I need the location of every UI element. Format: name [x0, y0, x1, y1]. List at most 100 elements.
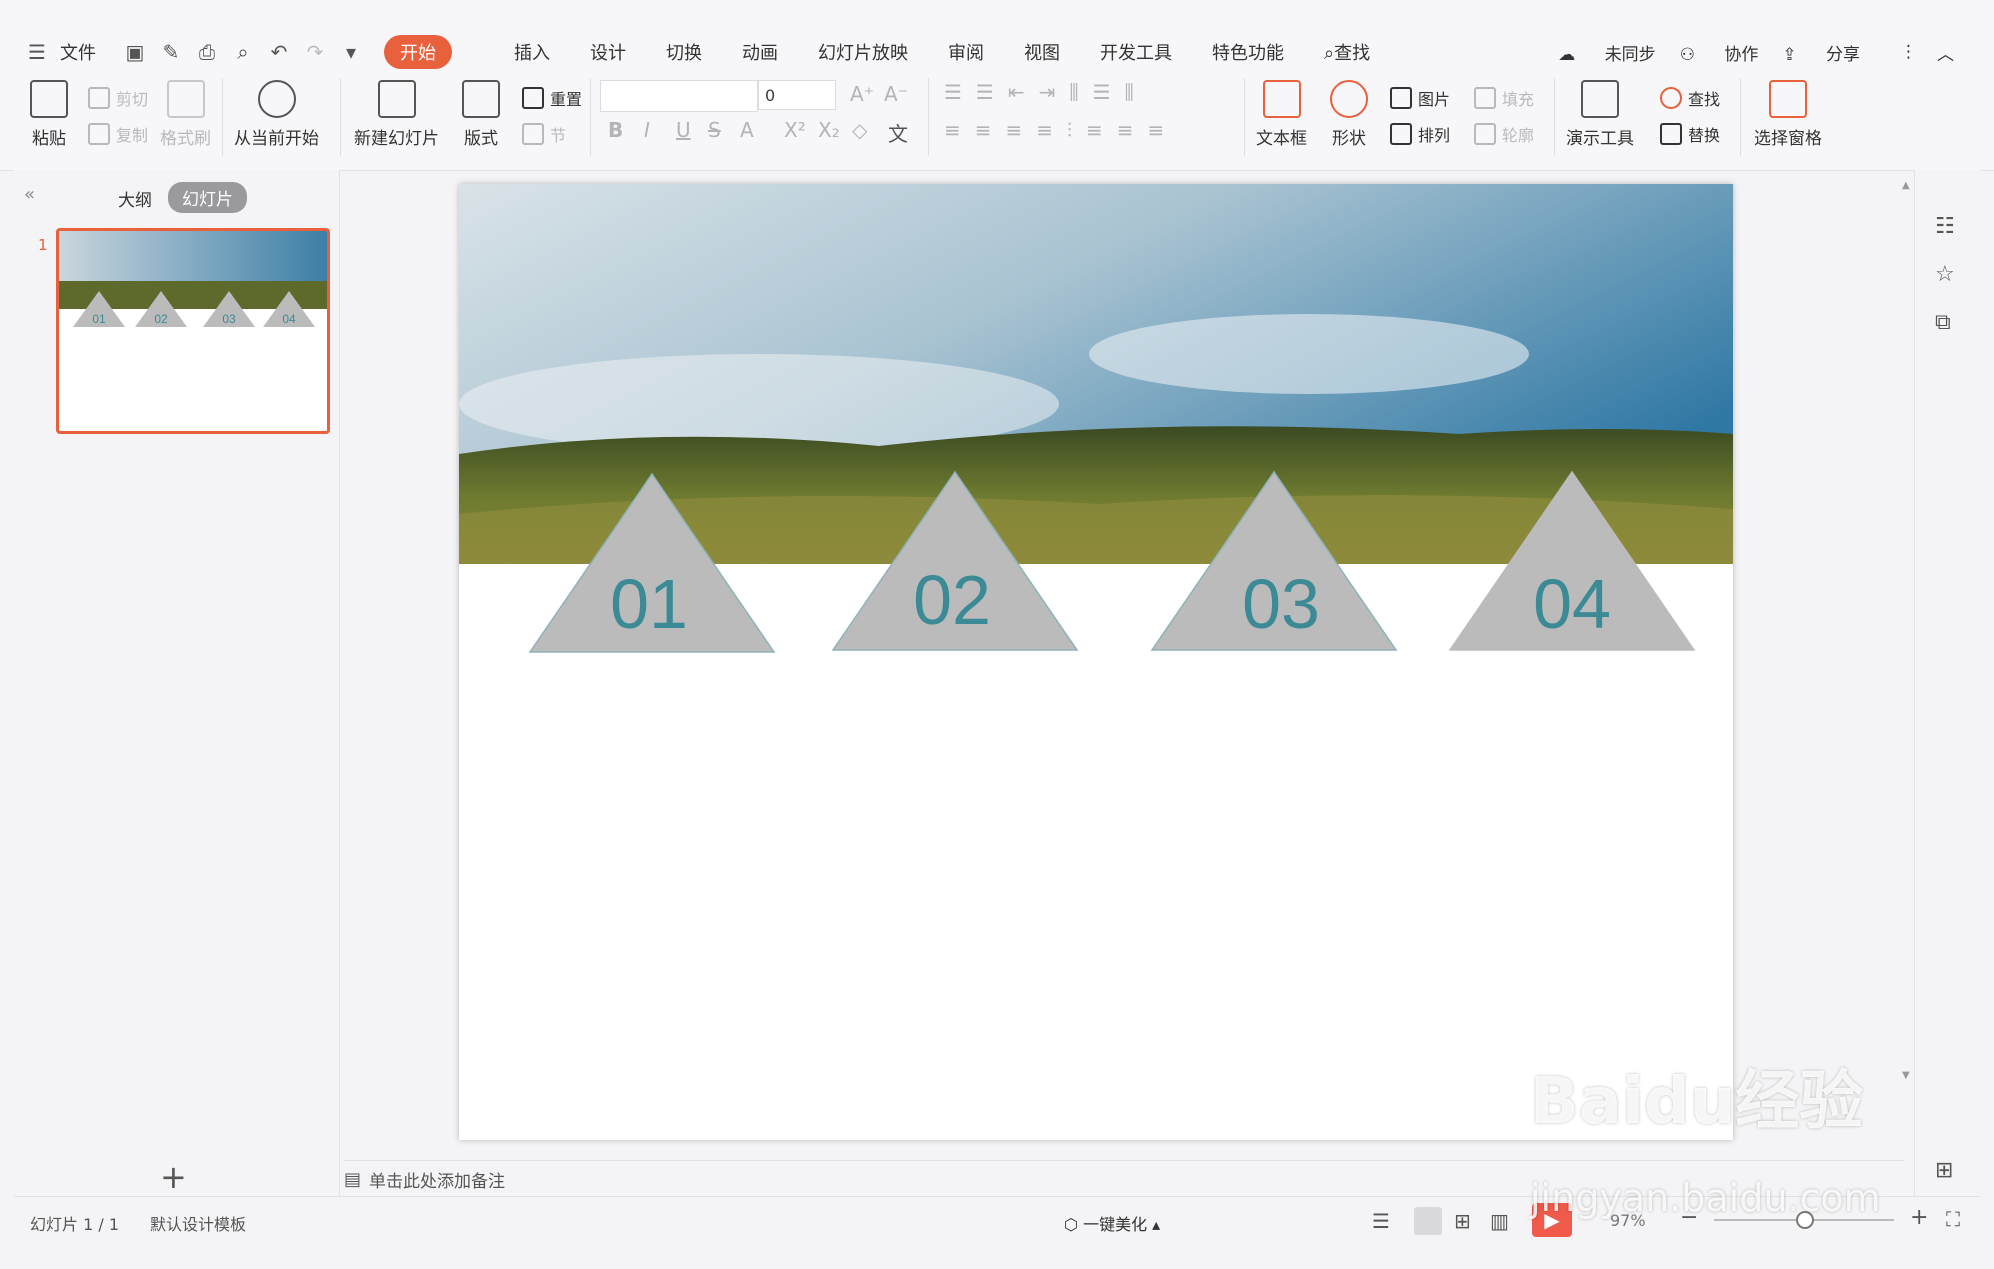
- strikethrough-icon[interactable]: S: [708, 118, 721, 142]
- layout-button[interactable]: 版式: [462, 80, 500, 149]
- picture-icon: [1390, 87, 1412, 109]
- tab-slideshow[interactable]: 幻灯片放映: [818, 39, 908, 65]
- tab-developer[interactable]: 开发工具: [1100, 39, 1172, 65]
- file-menu[interactable]: 文件: [60, 39, 96, 65]
- tab-review[interactable]: 审阅: [948, 39, 984, 65]
- font-name-input[interactable]: [600, 80, 758, 112]
- paste-icon: [30, 80, 68, 118]
- section-button[interactable]: 节: [522, 122, 566, 146]
- cut-button[interactable]: 剪切: [88, 86, 148, 110]
- italic-icon[interactable]: I: [644, 118, 650, 142]
- tab-design[interactable]: 设计: [590, 39, 626, 65]
- save-icon[interactable]: ▣: [122, 39, 148, 65]
- fill-button[interactable]: 填充: [1474, 86, 1534, 110]
- collab-button[interactable]: ⚇ 协作: [1680, 40, 1759, 65]
- sync-status[interactable]: ☁ 未同步: [1558, 40, 1655, 65]
- watermark-brand: Baidu经验: [1530, 1065, 1864, 1139]
- underline-icon[interactable]: U: [676, 118, 691, 142]
- slide-canvas[interactable]: 01 02 03 04: [459, 184, 1733, 1140]
- tab-slides[interactable]: 幻灯片: [168, 182, 247, 213]
- tab-animation[interactable]: 动画: [742, 39, 778, 65]
- subscript-icon[interactable]: X₂: [818, 118, 840, 142]
- tab-insert[interactable]: 插入: [514, 39, 550, 65]
- outline-icon: [1474, 123, 1496, 145]
- copy-button[interactable]: 复制: [88, 122, 148, 146]
- shape-icon: [1330, 80, 1368, 118]
- triangle-label-1: 01: [610, 565, 688, 643]
- search-command[interactable]: ⌕查找: [1324, 39, 1370, 65]
- tab-home[interactable]: 开始: [384, 35, 452, 69]
- play-from-current-button[interactable]: 从当前开始: [234, 80, 319, 149]
- find-button[interactable]: 查找: [1660, 86, 1720, 110]
- scroll-down-icon[interactable]: ▼: [1902, 1070, 1910, 1081]
- reading-view-icon[interactable]: ▥: [1490, 1209, 1509, 1233]
- collapse-panel-icon[interactable]: «: [24, 184, 35, 205]
- normal-view-icon[interactable]: [1414, 1207, 1442, 1235]
- divider: [1244, 78, 1245, 156]
- search-icon: ⌕: [1324, 43, 1335, 64]
- paste-button[interactable]: 粘贴: [30, 80, 68, 149]
- slide-counter: 幻灯片 1 / 1: [30, 1215, 120, 1234]
- transform-icon[interactable]: ⧉: [1935, 310, 1951, 335]
- tab-transition[interactable]: 切换: [666, 39, 702, 65]
- replace-button[interactable]: 替换: [1660, 122, 1720, 146]
- slide-thumbnail[interactable]: 01 02 03 04: [56, 228, 330, 434]
- font-color-icon[interactable]: A: [740, 118, 754, 142]
- zoom-in-icon[interactable]: +: [1910, 1205, 1928, 1230]
- add-slide-button[interactable]: +: [160, 1158, 187, 1196]
- scroll-up-icon[interactable]: ▲: [1902, 180, 1912, 191]
- tab-special[interactable]: 特色功能: [1212, 39, 1284, 65]
- tab-view[interactable]: 视图: [1024, 39, 1060, 65]
- header-right-group: ☁ 未同步 ⚇ 协作 ⇪ 分享 ⋮ ︿: [1534, 30, 1954, 74]
- format-painter-button[interactable]: 格式刷: [160, 80, 211, 149]
- new-slide-button[interactable]: 新建幻灯片: [354, 80, 439, 149]
- scissors-icon: [88, 87, 110, 109]
- share-button[interactable]: ⇪ 分享: [1782, 40, 1860, 65]
- shrink-font-icon[interactable]: A⁻: [884, 82, 908, 106]
- more-icon[interactable]: ⋮: [1900, 42, 1917, 62]
- beautify-button[interactable]: ⬡ 一键美化 ▴: [1064, 1211, 1160, 1235]
- star-icon[interactable]: ☆: [1935, 262, 1955, 287]
- print-icon[interactable]: ⎙: [194, 39, 220, 65]
- shape-button[interactable]: 形状: [1330, 80, 1368, 149]
- clear-format-icon[interactable]: ◇: [852, 118, 867, 142]
- section-icon: [522, 123, 544, 145]
- notes-toggle-icon[interactable]: ☰: [1372, 1209, 1390, 1233]
- fit-window-icon[interactable]: ⛶: [1946, 1207, 1960, 1231]
- thumb-label: 02: [154, 312, 168, 326]
- text-box-button[interactable]: 文本框: [1256, 80, 1307, 149]
- vertical-scrollbar[interactable]: ▲ ▼: [1902, 180, 1912, 1081]
- arrange-button[interactable]: 排列: [1390, 122, 1450, 146]
- watermark-url: jingyan.baidu.com: [1530, 1176, 1881, 1220]
- outline-button[interactable]: 轮廓: [1474, 122, 1534, 146]
- template-name[interactable]: 默认设计模板: [150, 1211, 246, 1235]
- superscript-icon[interactable]: X²: [784, 118, 806, 142]
- undo-icon[interactable]: ↶: [266, 39, 292, 65]
- tab-outline[interactable]: 大纲: [118, 186, 152, 211]
- alignment-controls[interactable]: ≡≡≡≡⫶≡≡≡: [944, 118, 1178, 142]
- grow-font-icon[interactable]: A⁺: [850, 82, 874, 106]
- list-controls[interactable]: ☰☰⇤⇥⫼☰⫼: [944, 80, 1148, 104]
- selection-pane-icon: [1769, 80, 1807, 118]
- notes-placeholder: 单击此处添加备注: [369, 1171, 506, 1192]
- format-icon[interactable]: ✎: [158, 39, 184, 65]
- thumbnail-preview: 01 02 03 04: [59, 231, 327, 327]
- text-effect-icon[interactable]: 文: [888, 118, 908, 147]
- divider: [1554, 78, 1555, 156]
- slide-content: 01 02 03 04: [459, 184, 1733, 653]
- selection-pane-button[interactable]: 选择窗格: [1754, 80, 1822, 149]
- grid-menu-icon[interactable]: ⊞: [1935, 1158, 1953, 1183]
- font-size-input[interactable]: 0: [758, 80, 836, 110]
- hamburger-menu-icon[interactable]: ☰: [24, 39, 50, 65]
- settings-sliders-icon[interactable]: ☷: [1935, 214, 1955, 239]
- redo-icon[interactable]: ↷: [302, 39, 328, 65]
- presentation-tools-button[interactable]: 演示工具: [1566, 80, 1634, 149]
- collapse-ribbon-icon[interactable]: ︿: [1937, 40, 1954, 65]
- divider: [1740, 78, 1741, 156]
- picture-button[interactable]: 图片: [1390, 86, 1450, 110]
- bold-icon[interactable]: B: [608, 118, 623, 142]
- customize-dropdown-icon[interactable]: ▾: [338, 39, 364, 65]
- print-preview-icon[interactable]: ⌕: [230, 39, 256, 65]
- reset-button[interactable]: 重置: [522, 86, 582, 110]
- slide-sorter-icon[interactable]: ⊞: [1454, 1209, 1471, 1233]
